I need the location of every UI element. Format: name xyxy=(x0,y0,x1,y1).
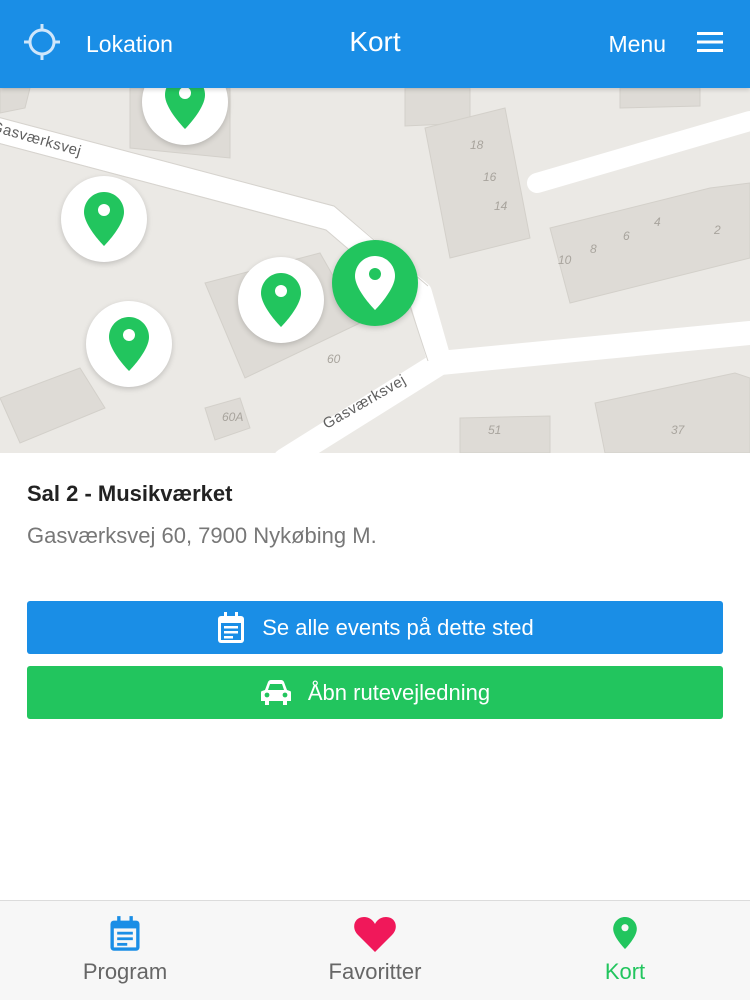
map-pin-selected[interactable] xyxy=(332,240,418,326)
menu-label: Menu xyxy=(608,30,666,57)
tab-favoritter[interactable]: Favoritter xyxy=(250,901,500,1000)
house-number: 51 xyxy=(488,423,502,437)
house-number: 8 xyxy=(590,242,597,256)
location-label: Lokation xyxy=(86,30,173,57)
app-header: Lokation Kort Menu xyxy=(0,0,750,88)
map-pin[interactable] xyxy=(238,257,324,343)
heart-icon xyxy=(354,917,396,952)
map-pin-icon xyxy=(84,192,124,246)
map-pin[interactable] xyxy=(86,301,172,387)
see-all-events-label: Se alle events på dette sted xyxy=(262,614,534,640)
house-number: 2 xyxy=(714,223,721,237)
venue-address: Gasværksvej 60, 7900 Nykøbing M. xyxy=(27,523,377,548)
crosshair-icon xyxy=(20,20,64,69)
open-route-guidance-label: Åbn rutevejledning xyxy=(307,679,491,705)
house-number: 60A xyxy=(222,410,244,424)
bottom-tab-bar: Program Favoritter Kort xyxy=(0,900,750,1000)
map-pin-icon xyxy=(355,256,395,310)
tab-kort-label: Kort xyxy=(604,959,646,984)
calendar-icon xyxy=(110,916,140,951)
calendar-icon xyxy=(218,611,245,643)
tab-favoritter-label: Favoritter xyxy=(328,959,422,984)
car-icon xyxy=(260,679,291,705)
house-number: 14 xyxy=(494,199,508,213)
tab-program-label: Program xyxy=(82,959,168,984)
house-number: 18 xyxy=(470,138,484,152)
hamburger-menu-icon xyxy=(694,29,726,60)
tab-program[interactable]: Program xyxy=(0,901,250,1000)
map-pin[interactable] xyxy=(61,176,147,262)
house-number: 10 xyxy=(558,253,572,267)
map-pin-icon xyxy=(613,917,637,949)
map-pin-icon xyxy=(109,317,149,371)
map-pin-icon xyxy=(165,88,205,129)
house-number: 6 xyxy=(623,229,630,243)
tab-kort[interactable]: Kort xyxy=(500,901,750,1000)
house-number: 16 xyxy=(483,170,497,184)
house-number: 37 xyxy=(671,423,685,437)
map-view[interactable]: Gasværksvej Gasværksvej 18 16 14 10 8 6 … xyxy=(0,88,750,453)
venue-name: Sal 2 - Musikværket xyxy=(27,481,233,506)
location-button[interactable]: Lokation xyxy=(20,22,173,66)
menu-button[interactable]: Menu xyxy=(608,22,726,66)
see-all-events-button[interactable]: Se alle events på dette sted xyxy=(27,601,723,654)
map-pin-icon xyxy=(261,273,301,327)
house-number: 4 xyxy=(654,215,661,229)
open-route-guidance-button[interactable]: Åbn rutevejledning xyxy=(27,666,723,719)
house-number: 60 xyxy=(327,352,341,366)
